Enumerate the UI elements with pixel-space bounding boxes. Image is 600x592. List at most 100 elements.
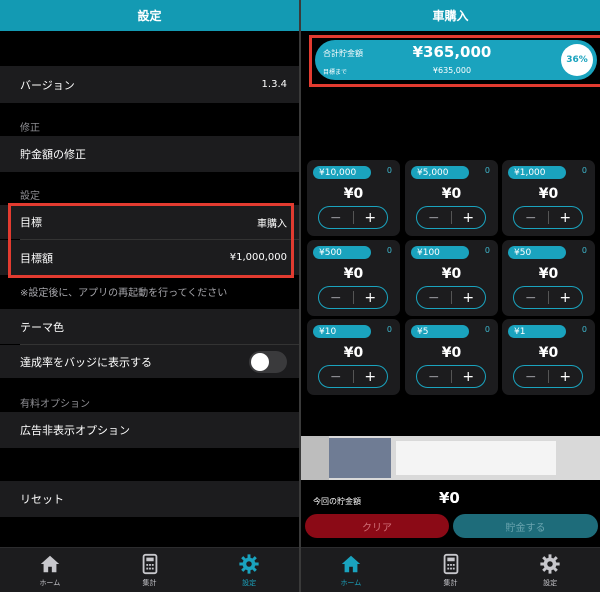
tab-summary[interactable]: 集計 (100, 548, 200, 592)
denomination-cell: ¥500 0 ¥0 − + (307, 240, 400, 316)
increment-button[interactable]: + (354, 207, 388, 228)
decrement-button[interactable]: − (319, 290, 354, 306)
ad-image (329, 438, 391, 478)
highlight-box (309, 35, 600, 87)
increment-button[interactable]: + (549, 207, 583, 228)
denomination-amount: ¥0 (343, 345, 364, 361)
decrement-button[interactable]: − (514, 210, 549, 226)
highlight-box (8, 203, 294, 278)
denomination-amount: ¥0 (441, 345, 462, 361)
denomination-cell: ¥5,000 0 ¥0 − + (405, 160, 498, 236)
today-savings-label: 今回の貯金額 (313, 497, 361, 506)
increment-button[interactable]: + (354, 366, 388, 387)
increment-button[interactable]: + (549, 287, 583, 308)
save-button[interactable]: 貯金する (453, 514, 598, 538)
denomination-cell: ¥1,000 0 ¥0 − + (502, 160, 595, 236)
theme-color-row[interactable]: テーマ色 (0, 309, 299, 344)
denomination-amount: ¥0 (538, 186, 559, 202)
denomination-amount: ¥0 (538, 266, 559, 282)
denomination-cell: ¥1 0 ¥0 − + (502, 319, 595, 395)
quantity-stepper: − + (416, 286, 486, 309)
home-header: 車購入 (301, 0, 600, 31)
reset-label: リセット (20, 493, 64, 506)
version-row: バージョン 1.3.4 (0, 66, 299, 103)
quantity-stepper: − + (513, 286, 583, 309)
tab-label: ホーム (39, 578, 61, 587)
increment-button[interactable]: + (452, 207, 486, 228)
decrement-button[interactable]: − (319, 369, 354, 385)
tab-home[interactable]: ホーム (301, 548, 401, 592)
decrement-button[interactable]: − (417, 369, 452, 385)
tab-label: 設定 (242, 578, 257, 587)
denomination-label: ¥5,000 (411, 166, 469, 179)
page-title: 設定 (137, 9, 162, 23)
denomination-cell: ¥10,000 0 ¥0 − + (307, 160, 400, 236)
denomination-cell: ¥10 0 ¥0 − + (307, 319, 400, 395)
denomination-label: ¥500 (313, 246, 371, 259)
home-screen: 車購入 合計貯金額 目標まで ¥365,000 ¥635,000 36% ¥10… (301, 0, 600, 592)
gear-icon (239, 553, 259, 574)
tab-bar: ホーム 集計 設定 (0, 547, 299, 592)
home-icon (40, 555, 59, 572)
tab-label: 集計 (443, 578, 458, 587)
tab-settings[interactable]: 設定 (500, 548, 600, 592)
ad-image (396, 441, 556, 475)
denomination-count: 0 (386, 325, 392, 334)
decrement-button[interactable]: − (514, 290, 549, 306)
ad-free-label: 広告非表示オプション (20, 424, 130, 437)
denomination-count: 0 (386, 166, 392, 175)
decrement-button[interactable]: − (417, 290, 452, 306)
version-label: バージョン (20, 78, 75, 92)
restart-note: ※設定後に、アプリの再起動を行ってください (20, 288, 228, 299)
settings-screen: 設定 バージョン 1.3.4 修正 貯金額の修正 設定 目標 車購入 目標額 ¥… (0, 0, 299, 592)
increment-button[interactable]: + (549, 366, 583, 387)
theme-color-label: テーマ色 (20, 320, 64, 334)
section-header-settings: 設定 (20, 191, 40, 202)
increment-button[interactable]: + (452, 287, 486, 308)
denomination-amount: ¥0 (343, 266, 364, 282)
denomination-amount: ¥0 (343, 186, 364, 202)
clear-button[interactable]: クリア (305, 514, 449, 538)
tab-settings[interactable]: 設定 (199, 548, 299, 592)
reset-row[interactable]: リセット (0, 481, 299, 517)
ad-banner[interactable] (301, 436, 600, 480)
denomination-count: 0 (581, 166, 587, 175)
decrement-button[interactable]: − (319, 210, 354, 226)
quantity-stepper: − + (318, 365, 388, 388)
tab-home[interactable]: ホーム (0, 548, 100, 592)
denomination-cell: ¥100 0 ¥0 − + (405, 240, 498, 316)
denomination-label: ¥5 (411, 325, 469, 338)
tab-bar: ホーム 集計 設定 (301, 547, 600, 592)
edit-savings-row[interactable]: 貯金額の修正 (0, 136, 299, 172)
quantity-stepper: − + (416, 206, 486, 229)
ad-free-row[interactable]: 広告非表示オプション (0, 412, 299, 448)
denomination-amount: ¥0 (538, 345, 559, 361)
tab-summary[interactable]: 集計 (401, 548, 501, 592)
denomination-label: ¥10 (313, 325, 371, 338)
denomination-amount: ¥0 (441, 266, 462, 282)
denomination-label: ¥10,000 (313, 166, 371, 179)
section-header-edit: 修正 (20, 123, 40, 134)
toggle-knob (251, 352, 269, 371)
ad-image (301, 436, 329, 480)
version-value: 1.3.4 (261, 79, 287, 90)
quantity-stepper: − + (513, 206, 583, 229)
tab-label: 集計 (142, 578, 157, 587)
quantity-stepper: − + (513, 365, 583, 388)
page-title: 車購入 (432, 9, 469, 23)
denomination-count: 0 (484, 325, 490, 334)
denomination-label: ¥1,000 (508, 166, 566, 179)
quantity-stepper: − + (318, 206, 388, 229)
denomination-count: 0 (581, 246, 587, 255)
quantity-stepper: − + (318, 286, 388, 309)
badge-toggle[interactable] (249, 350, 287, 373)
edit-savings-label: 貯金額の修正 (20, 148, 86, 161)
gear-icon (540, 553, 560, 574)
decrement-button[interactable]: − (514, 369, 549, 385)
increment-button[interactable]: + (452, 366, 486, 387)
tab-label: ホーム (340, 578, 362, 587)
calculator-icon (443, 553, 458, 574)
increment-button[interactable]: + (354, 287, 388, 308)
denomination-label: ¥50 (508, 246, 566, 259)
decrement-button[interactable]: − (417, 210, 452, 226)
